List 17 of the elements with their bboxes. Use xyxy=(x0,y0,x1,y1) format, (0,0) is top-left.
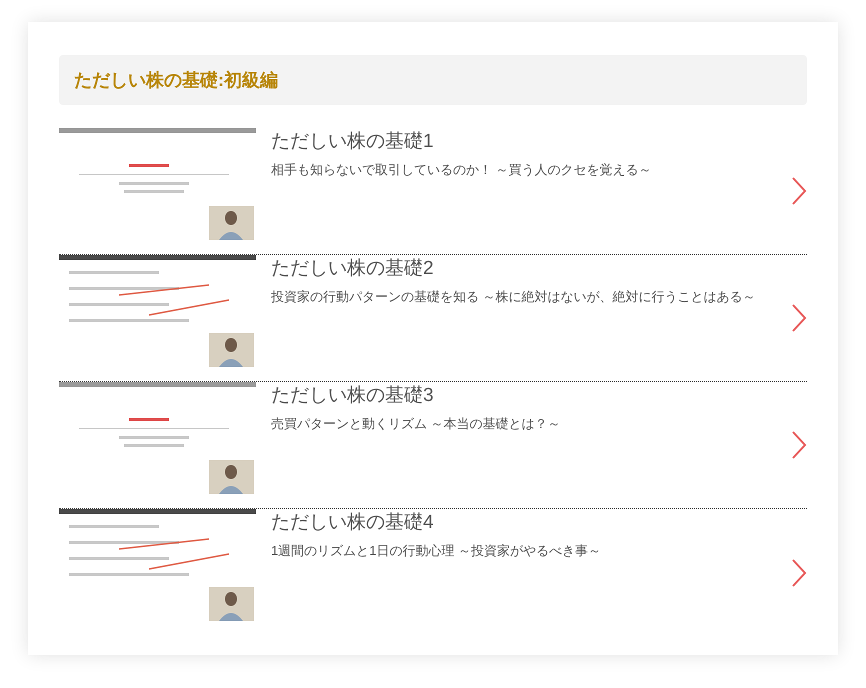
lesson-title: ただしい株の基礎3 xyxy=(271,384,435,408)
lesson-description: 1週間のリズムと1日の行動心理 ～投資家がやるべき事～ xyxy=(271,542,602,560)
lesson-description: 投資家の行動パターンの基礎を知る ～株に絶対はないが、絶対に行うことはある～ xyxy=(271,288,757,306)
lesson-row[interactable]: ただしい株の基礎2 投資家の行動パターンの基礎を知る ～株に絶対はないが、絶対に行うことはある～ xyxy=(59,255,807,382)
chevron-right-icon[interactable] xyxy=(791,430,807,460)
section-title: ただしい株の基礎:初級編 xyxy=(74,68,278,92)
chevron-right-icon[interactable] xyxy=(791,303,807,333)
lesson-title: ただしい株の基礎4 xyxy=(271,511,435,535)
lesson-row[interactable]: ただしい株の基礎1 相手も知らないで取引しているのか！ ～買う人のクセを覚える～ xyxy=(59,128,807,255)
lesson-row[interactable]: ただしい株の基礎4 1週間のリズムと1日の行動心理 ～投資家がやるべき事～ xyxy=(59,509,807,636)
chevron-right-icon[interactable] xyxy=(791,558,807,588)
lesson-title: ただしい株の基礎2 xyxy=(271,257,435,281)
lesson-row[interactable]: ただしい株の基礎3 売買パターンと動くリズム ～本当の基礎とは？～ xyxy=(59,382,807,509)
lesson-description: 売買パターンと動くリズム ～本当の基礎とは？～ xyxy=(271,415,562,433)
lesson-title: ただしい株の基礎1 xyxy=(271,130,435,154)
chevron-right-icon[interactable] xyxy=(791,176,807,206)
lesson-description: 相手も知らないで取引しているのか！ ～買う人のクセを覚える～ xyxy=(271,161,653,179)
